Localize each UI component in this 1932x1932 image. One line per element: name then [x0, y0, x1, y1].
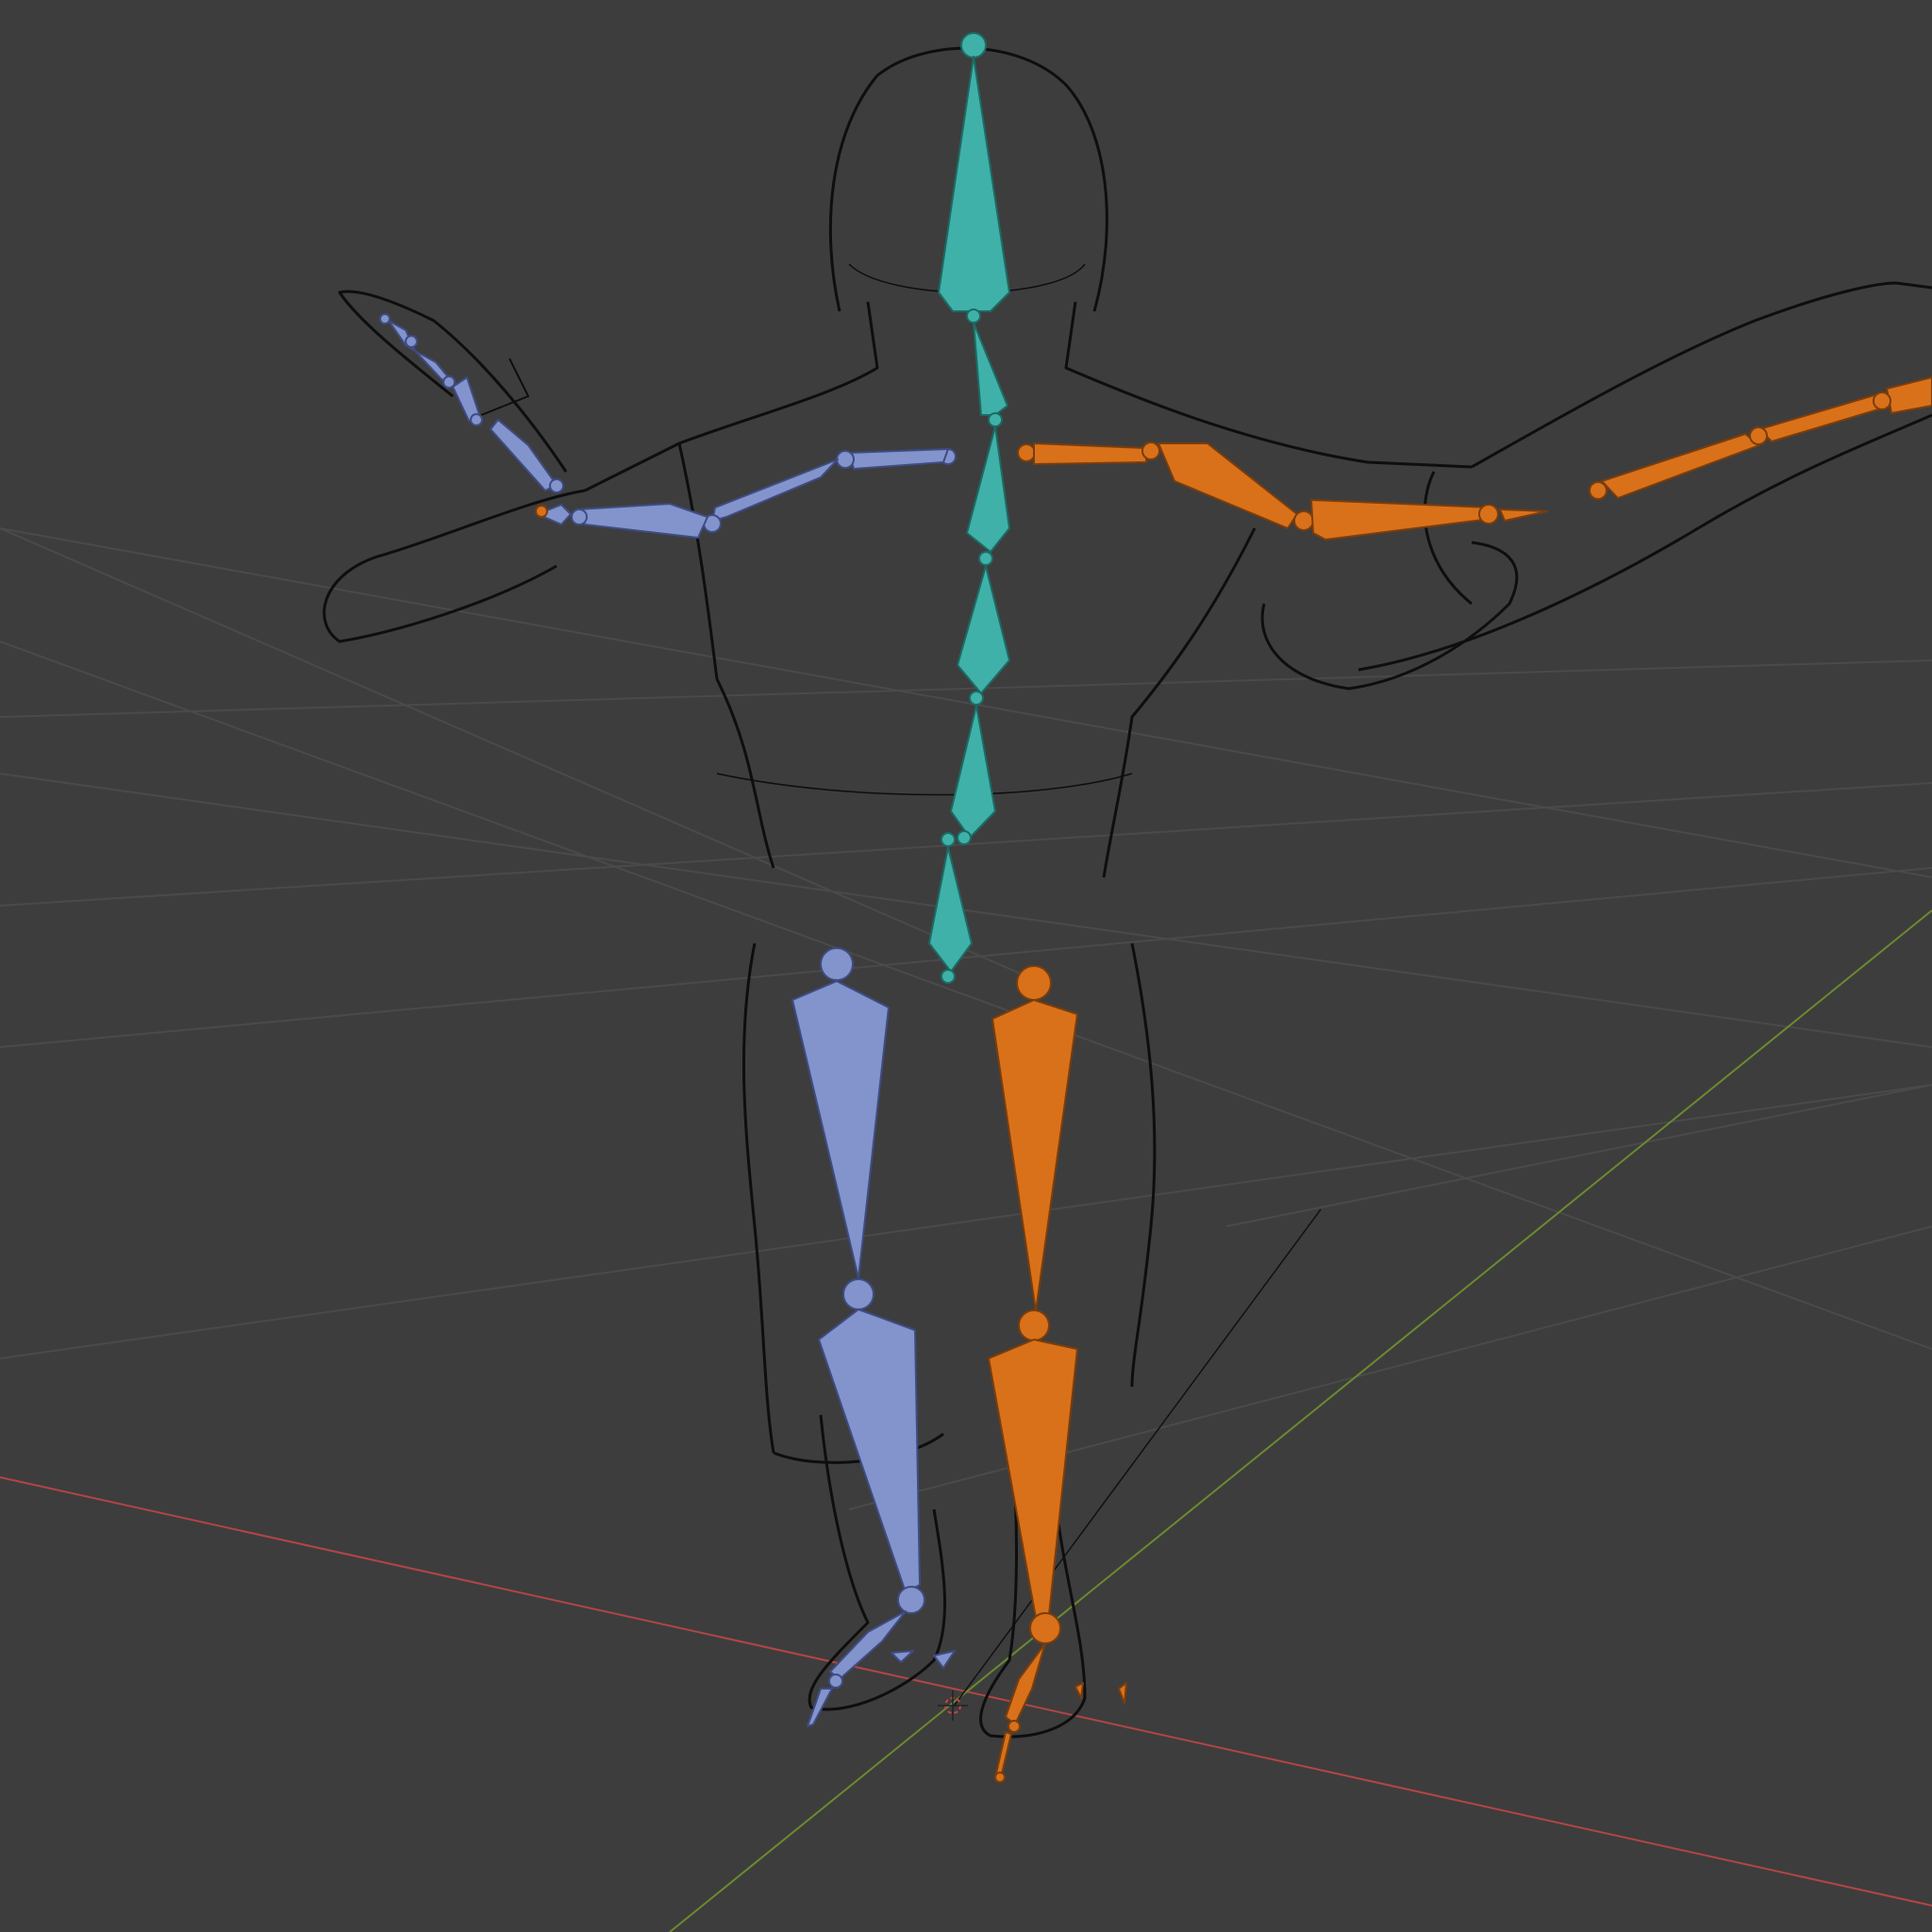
chest-bone-head[interactable] [978, 551, 993, 566]
finger-r-bone-3[interactable] [1886, 376, 1932, 414]
viewport-canvas[interactable] [0, 0, 1932, 1932]
thigh-r-bone[interactable] [991, 999, 1078, 1312]
chest-bone[interactable] [966, 425, 1010, 553]
shin-r-bone-tail[interactable] [1029, 1612, 1061, 1644]
shin-l-bone-tail[interactable] [897, 1586, 925, 1614]
spine-bone-group[interactable] [928, 32, 1010, 984]
heel-l-bone[interactable] [891, 1650, 914, 1663]
heel-r-bone[interactable] [1074, 1682, 1084, 1699]
foot-l-bone-tail[interactable] [828, 1674, 843, 1689]
hand-l-bone-head[interactable] [535, 505, 548, 518]
foot-r-bone-tail[interactable] [1008, 1720, 1021, 1733]
character-mesh-wireframe[interactable] [323, 46, 1932, 1739]
thigh-l-bone-head[interactable] [820, 947, 854, 981]
shoulder-r-bone-tail[interactable] [1141, 441, 1160, 460]
spine-lower-bone[interactable] [950, 705, 996, 839]
finger-r-bone-2[interactable] [1758, 393, 1886, 442]
finger-r-bone-3-head[interactable] [1873, 391, 1891, 410]
armature[interactable] [379, 32, 1932, 1783]
spine-upper-bone-head[interactable] [969, 691, 984, 706]
head-bone[interactable] [938, 56, 1010, 312]
spine-lower-bone-head[interactable] [957, 830, 972, 845]
forearm-l-bone-head[interactable] [571, 508, 588, 525]
shoulder-r-bone[interactable] [1033, 442, 1147, 465]
thigh-r-bone-head[interactable] [1016, 965, 1052, 1001]
neck-bone-head[interactable] [988, 412, 1003, 427]
finger-l-bone-3-head[interactable] [442, 375, 456, 389]
finger-l-bone-2-head[interactable] [470, 413, 483, 426]
3d-viewport[interactable] [0, 0, 1932, 1932]
hips-bone-tail[interactable] [941, 832, 956, 847]
toe-tip-r-bone[interactable] [1118, 1682, 1127, 1705]
shoulder-r-bone-head[interactable] [1017, 443, 1036, 462]
forearm-r-bone-tail[interactable] [1478, 504, 1499, 525]
upper-arm-l-bone[interactable] [711, 458, 839, 522]
shoulder-l-bone-head[interactable] [836, 450, 855, 469]
finger-l-bone-tip[interactable] [379, 313, 391, 325]
upper-arm-r-bone-tail[interactable] [1293, 510, 1314, 531]
finger-r-bone-2-head[interactable] [1749, 426, 1768, 445]
finger-r-bone-1-head[interactable] [1589, 481, 1607, 500]
thigh-l-bone-tail[interactable] [842, 1278, 874, 1310]
forearm-l-bone[interactable] [576, 503, 708, 539]
neck-bone[interactable] [973, 322, 1008, 416]
finger-l-bone-1-head[interactable] [549, 478, 564, 493]
finger-l-bone-1[interactable] [490, 419, 558, 491]
toe-r-bone-tip[interactable] [994, 1772, 1006, 1783]
toe-r-bone[interactable] [995, 1731, 1012, 1774]
thigh-l-bone[interactable] [791, 980, 890, 1279]
right-bone-group[interactable] [988, 376, 1932, 1783]
upper-arm-r-bone[interactable] [1158, 442, 1298, 529]
hand-r-bone[interactable] [1499, 508, 1548, 522]
forearm-r-bone[interactable] [1310, 499, 1491, 541]
spine-upper-bone[interactable] [957, 565, 1010, 694]
head-bone-tail[interactable] [960, 32, 987, 58]
shoulder-l-bone[interactable] [848, 448, 949, 470]
shin-l-bone[interactable] [818, 1308, 921, 1593]
hips-bone-head[interactable] [941, 969, 956, 984]
finger-l-bone-4-head[interactable] [405, 335, 418, 348]
shin-r-bone[interactable] [988, 1339, 1078, 1619]
finger-r-bone-1[interactable] [1601, 433, 1760, 499]
head-bone-head[interactable] [966, 308, 981, 324]
thigh-r-bone-tail[interactable] [1018, 1309, 1050, 1341]
